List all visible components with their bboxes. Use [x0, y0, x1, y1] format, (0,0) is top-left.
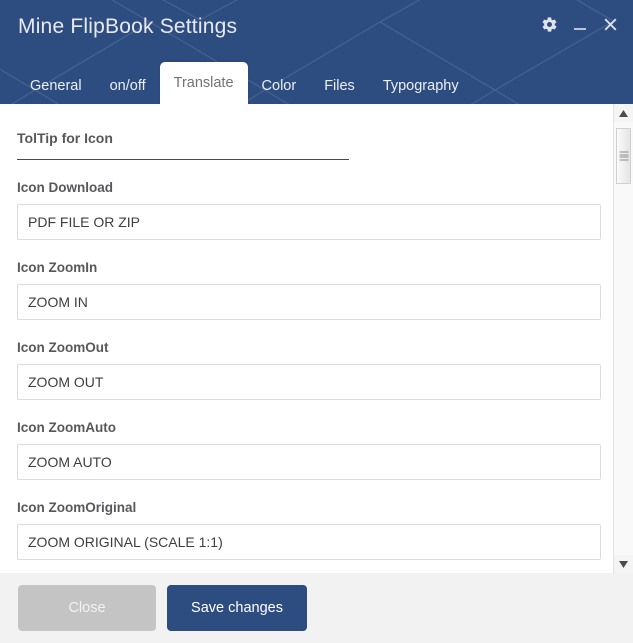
settings-scroll-area: TolTip for Icon Icon Download Icon ZoomI… [0, 104, 633, 573]
field-icon-zoomout: Icon ZoomOut [0, 320, 613, 400]
field-icon-zoomauto: Icon ZoomAuto [0, 400, 613, 480]
field-icon-zoomoriginal: Icon ZoomOriginal [0, 480, 613, 560]
window-title: Mine FlipBook Settings [18, 15, 238, 38]
vertical-scrollbar[interactable] [613, 104, 633, 573]
scrollbar-track[interactable] [614, 122, 633, 555]
scrollbar-grip-icon [619, 151, 628, 161]
tab-files[interactable]: Files [310, 68, 369, 104]
window-controls [541, 16, 619, 33]
tab-general[interactable]: General [16, 68, 96, 104]
tab-typography[interactable]: Typography [369, 68, 473, 104]
tab-color[interactable]: Color [248, 68, 311, 104]
icon-download-input[interactable] [17, 204, 601, 240]
gear-icon[interactable] [541, 16, 558, 33]
settings-form: TolTip for Icon Icon Download Icon ZoomI… [0, 104, 613, 573]
icon-zoomauto-input[interactable] [17, 444, 601, 480]
scroll-up-arrow-icon[interactable] [614, 104, 633, 122]
close-button[interactable]: Close [18, 585, 156, 631]
icon-zoomoriginal-input[interactable] [17, 524, 601, 560]
scroll-down-arrow-icon[interactable] [614, 555, 633, 573]
section-title-tooltip-for-icon: TolTip for Icon [17, 130, 113, 146]
tab-onoff[interactable]: on/off [96, 68, 160, 104]
field-label: Icon ZoomAuto [17, 420, 116, 435]
icon-zoomout-input[interactable] [17, 364, 601, 400]
scrollbar-thumb[interactable] [616, 128, 631, 184]
minimize-icon[interactable] [572, 17, 588, 33]
save-changes-button[interactable]: Save changes [167, 585, 307, 631]
dialog-footer: Close Save changes [0, 573, 633, 643]
window-header: Mine FlipBook Settings General on/off Tr… [0, 0, 633, 104]
close-icon[interactable] [602, 16, 619, 33]
tab-bar: General on/off Translate Color Files Typ… [0, 62, 473, 104]
settings-window: Mine FlipBook Settings General on/off Tr… [0, 0, 633, 643]
field-label: Icon ZoomIn [17, 260, 98, 275]
field-icon-download: Icon Download [0, 160, 613, 240]
icon-zoomin-input[interactable] [17, 284, 601, 320]
field-label: Icon ZoomOriginal [17, 500, 137, 515]
field-label: Icon ZoomOut [17, 340, 109, 355]
field-label: Icon Download [17, 180, 113, 195]
tab-translate[interactable]: Translate [159, 62, 248, 104]
field-icon-zoomin: Icon ZoomIn [0, 240, 613, 320]
